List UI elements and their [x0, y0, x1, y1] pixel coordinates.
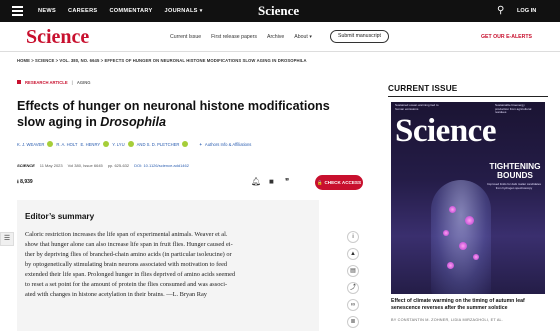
summary-line: to reset a set point for the amount of p…: [25, 281, 228, 288]
top-brand-logo[interactable]: Science: [258, 3, 299, 19]
article-header: RESEARCH ARTICLE | AGING Effects of hung…: [17, 78, 373, 190]
volume-issue[interactable]: Vol 380, Issue 6645: [68, 163, 103, 168]
article-actions: ⭳ 8,939 🔔︎ ■ ❞ CHECK ACCESS: [17, 175, 367, 191]
pdf-icon[interactable]: ▤: [347, 265, 359, 277]
cover-art: [431, 180, 491, 294]
plus-icon[interactable]: +: [199, 142, 201, 147]
current-issue-cover[interactable]: Sustained ocean warming tied to human em…: [391, 102, 545, 294]
article-tools: i ▲ ▤ ⤴ ∞ ≣ ✉: [347, 231, 363, 331]
orcid-icon[interactable]: [103, 141, 110, 147]
author[interactable]: R. A. HOLT: [56, 142, 77, 147]
references-icon[interactable]: ≣: [347, 316, 359, 328]
authors-affiliations-link[interactable]: Authors Info & Affiliations: [205, 142, 251, 147]
chevron-down-icon: ▾: [309, 34, 312, 40]
article-tags: RESEARCH ARTICLE | AGING: [17, 78, 373, 86]
top-nav-news[interactable]: NEWS: [38, 8, 56, 14]
chevron-down-icon: ▾: [199, 8, 203, 14]
journal-name: SCIENCE: [17, 163, 35, 168]
top-nav-journals-label: JOURNALS: [164, 8, 198, 14]
header-nav: Current Issue First release papers Archi…: [170, 22, 312, 52]
cover-teaser-left: Sustained ocean warming tied to human em…: [395, 103, 439, 111]
cover-art-dot: [443, 230, 449, 236]
top-nav-journals[interactable]: JOURNALS ▾: [165, 8, 203, 14]
article-type[interactable]: RESEARCH ARTICLE: [25, 80, 68, 85]
cover-headline: TIGHTENING BOUNDS: [489, 161, 541, 180]
publication-meta: SCIENCE 11 May 2023 Vol 380, Issue 6645 …: [17, 163, 189, 168]
author[interactable]: AND S. D. PLETCHER: [137, 142, 180, 147]
nav-archive[interactable]: Archive: [267, 34, 284, 40]
cover-art-dot: [447, 262, 454, 269]
summary-line: Caloric restriction increases the life s…: [25, 231, 228, 238]
quote-icon[interactable]: ❞: [285, 177, 289, 186]
author[interactable]: E. HENRY: [81, 142, 101, 147]
check-access-button[interactable]: CHECK ACCESS: [315, 175, 363, 190]
pub-date: 11 May 2023: [39, 163, 63, 168]
submit-manuscript-button[interactable]: Submit manuscript: [330, 30, 389, 43]
article-subject[interactable]: AGING: [77, 80, 91, 85]
orcid-icon[interactable]: [127, 141, 134, 147]
orcid-icon[interactable]: [182, 141, 189, 147]
download-icon: ⭳: [17, 179, 19, 185]
author[interactable]: Y. LYU: [112, 142, 124, 147]
tag-separator: |: [71, 79, 73, 85]
top-bar: NEWS CAREERS COMMENTARY JOURNALS ▾ Scienc…: [0, 0, 560, 22]
science-logo[interactable]: Science: [26, 26, 89, 49]
top-nav-commentary[interactable]: COMMENTARY: [109, 8, 152, 14]
summary-line: extended their life span. Prolonged hung…: [25, 271, 236, 278]
share-icon[interactable]: ⤴: [347, 282, 359, 294]
cover-art-dot: [459, 242, 467, 250]
article-title-italic: Drosophila: [100, 115, 167, 129]
current-issue-heading: CURRENT ISSUE: [388, 84, 458, 93]
cover-art-dot: [449, 206, 456, 213]
nav-about[interactable]: About ▾: [294, 34, 312, 40]
downloads-value: 8,939: [20, 179, 33, 185]
cover-masthead: Science: [395, 113, 496, 149]
editors-summary: Editor’s summary Caloric restriction inc…: [17, 200, 319, 331]
cover-art-dot: [465, 216, 474, 225]
nav-current-issue[interactable]: Current Issue: [170, 34, 201, 40]
cover-art-dot: [473, 254, 479, 260]
figures-icon[interactable]: ▲: [347, 248, 359, 260]
login-link[interactable]: LOG IN: [517, 8, 536, 14]
top-nav-careers[interactable]: CAREERS: [68, 8, 97, 14]
cover-teaser-right: Sustainable bioenergy production from ag…: [495, 103, 532, 115]
outline-toggle-icon[interactable]: ☰: [0, 232, 14, 246]
summary-heading: Editor’s summary: [25, 212, 95, 221]
orcid-icon[interactable]: [47, 141, 54, 147]
author-list: K. J. WEAVER R. A. HOLT E. HENRY Y. LYU …: [17, 141, 251, 147]
article-title-main: Effects of hunger on neuronal histone mo…: [17, 99, 330, 129]
bell-icon[interactable]: 🔔︎: [251, 177, 261, 186]
nav-first-release[interactable]: First release papers: [211, 34, 257, 40]
summary-line: show that hunger alone can also increase…: [25, 241, 233, 248]
pages: pp. 625-632: [107, 163, 130, 168]
nav-about-label: About: [294, 34, 308, 40]
info-icon[interactable]: i: [347, 231, 359, 243]
e-alerts-link[interactable]: GET OUR E-ALERTS: [481, 34, 532, 40]
summary-line: by optogenetically stimulating brain neu…: [25, 261, 228, 268]
search-icon[interactable]: ⚲: [497, 5, 504, 16]
menu-icon[interactable]: [12, 6, 23, 16]
downloads-count: ⭳ 8,939: [17, 179, 33, 187]
author[interactable]: K. J. WEAVER: [17, 142, 44, 147]
summary-text: Caloric restriction increases the life s…: [25, 230, 309, 300]
cover-story-byline: BY CONSTANTIN M. ZOHNER, LIDIA MIRZAGHOL…: [391, 318, 504, 322]
top-nav: NEWS CAREERS COMMENTARY JOURNALS ▾: [38, 0, 203, 22]
bookmark-icon[interactable]: ■: [269, 177, 274, 186]
link-icon[interactable]: ∞: [347, 299, 359, 311]
cover-story-link[interactable]: Effect of climate warming on the timing …: [391, 298, 551, 312]
summary-line: ated with changes in histone acetylation…: [25, 291, 207, 298]
summary-line: ther by depriving flies of branched-chai…: [25, 251, 232, 258]
divider: [388, 96, 548, 97]
breadcrumb[interactable]: HOME > SCIENCE > VOL. 380, NO. 6645 > EF…: [17, 58, 307, 63]
site-header: Science Current Issue First release pape…: [0, 22, 560, 52]
doi-link[interactable]: DOI: 10.1126/science.add1462: [134, 163, 189, 168]
lock-icon: [17, 80, 21, 84]
article-title: Effects of hunger on neuronal histone mo…: [17, 98, 357, 130]
cover-subheadline: Improved limits for dark matter candidat…: [487, 182, 541, 190]
